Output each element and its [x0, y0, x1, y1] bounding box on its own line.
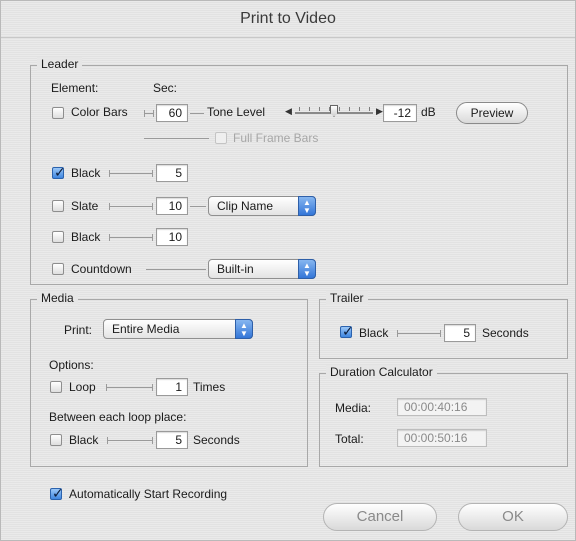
leader-group-title: Leader [37, 57, 83, 71]
element-header: Element: [51, 81, 99, 95]
black-leader2-label: Black [71, 230, 101, 244]
color-bars-connector [144, 110, 154, 117]
loop-times-unit: Times [193, 380, 226, 394]
loop-times-field[interactable]: 1 [156, 378, 188, 396]
slider-thumb[interactable] [330, 105, 338, 117]
duration-media-field: 00:00:40:16 [397, 398, 487, 416]
slider-right-arrow-icon: ▶ [376, 106, 383, 116]
media-group-title: Media [37, 291, 78, 305]
black-leader2-checkbox[interactable] [52, 231, 64, 243]
trailer-black-checkbox[interactable]: ✓ [340, 323, 354, 339]
between-black-connector [107, 437, 153, 444]
between-loop-label: Between each loop place: [49, 410, 187, 424]
black-leader-connector [109, 170, 153, 177]
trailer-black-label: Black [359, 326, 389, 340]
between-black-field[interactable]: 5 [156, 431, 188, 449]
slate-source-popup[interactable]: Clip Name ▲ ▼ [208, 196, 316, 216]
checkmark-icon: ✓ [342, 323, 354, 339]
cancel-button[interactable]: Cancel [323, 503, 437, 531]
countdown-source-value: Built-in [217, 262, 254, 276]
tone-level-unit: dB [421, 105, 436, 119]
checkmark-icon: ✓ [54, 164, 66, 180]
ok-button[interactable]: OK [458, 503, 568, 531]
slate-source-value: Clip Name [217, 199, 274, 213]
slate-connector [109, 203, 153, 210]
between-black-unit: Seconds [193, 433, 240, 447]
leader-group: Leader [30, 57, 568, 285]
slate-checkbox[interactable] [52, 200, 64, 212]
loop-connector [106, 384, 153, 391]
loop-label: Loop [69, 380, 96, 394]
tone-level-field[interactable]: -12 [383, 104, 417, 122]
duration-total-field: 00:00:50:16 [397, 429, 487, 447]
checkmark-icon: ✓ [52, 485, 64, 501]
print-to-video-dialog: Print to Video Leader Element: Sec: Colo… [0, 0, 576, 541]
tone-level-slider[interactable]: ◀ ▶ [285, 105, 383, 119]
duration-media-label: Media: [335, 401, 372, 415]
sec-header: Sec: [153, 81, 178, 95]
color-bars-checkbox[interactable] [52, 107, 64, 119]
auto-start-label: Automatically Start Recording [69, 487, 228, 501]
trailer-black-unit: Seconds [482, 326, 529, 340]
slate-popup-connector [190, 206, 206, 207]
trailer-black-field[interactable]: 5 [444, 324, 476, 342]
options-label: Options: [49, 358, 94, 372]
full-frame-connector [144, 138, 209, 139]
loop-checkbox[interactable] [50, 381, 62, 393]
black-leader2-sec-field[interactable]: 10 [156, 228, 188, 246]
color-bars-sec-field[interactable]: 60 [156, 104, 188, 122]
slider-left-arrow-icon: ◀ [285, 106, 292, 116]
full-frame-bars-label: Full Frame Bars [233, 131, 319, 145]
color-bars-label: Color Bars [71, 105, 128, 119]
print-value: Entire Media [112, 322, 180, 336]
tone-connector [190, 113, 204, 114]
tone-level-label: Tone Level [207, 105, 266, 119]
popup-arrows-icon: ▲ ▼ [298, 259, 316, 279]
black-leader-checkbox[interactable]: ✓ [52, 164, 66, 180]
countdown-label: Countdown [71, 262, 132, 276]
black-leader-label: Black [71, 166, 101, 180]
trailer-group-title: Trailer [326, 291, 368, 305]
countdown-connector [146, 269, 206, 270]
countdown-checkbox[interactable] [52, 263, 64, 275]
popup-arrows-icon: ▲ ▼ [235, 319, 253, 339]
window-title: Print to Video [1, 1, 575, 38]
duration-calculator-group: Duration Calculator [319, 365, 568, 467]
trailer-black-connector [397, 330, 441, 337]
popup-arrows-icon: ▲ ▼ [298, 196, 316, 216]
between-black-label: Black [69, 433, 99, 447]
slate-sec-field[interactable]: 10 [156, 197, 188, 215]
full-frame-bars-checkbox[interactable] [215, 132, 227, 144]
print-popup[interactable]: Entire Media ▲ ▼ [103, 319, 253, 339]
between-black-checkbox[interactable] [50, 434, 62, 446]
countdown-source-popup[interactable]: Built-in ▲ ▼ [208, 259, 316, 279]
black-leader-sec-field[interactable]: 5 [156, 164, 188, 182]
black-leader2-connector [109, 234, 153, 241]
slate-label: Slate [71, 199, 99, 213]
duration-calculator-title: Duration Calculator [326, 365, 437, 379]
duration-total-label: Total: [335, 432, 364, 446]
preview-button[interactable]: Preview [456, 102, 528, 124]
print-label: Print: [64, 323, 93, 337]
auto-start-checkbox[interactable]: ✓ [50, 485, 64, 501]
